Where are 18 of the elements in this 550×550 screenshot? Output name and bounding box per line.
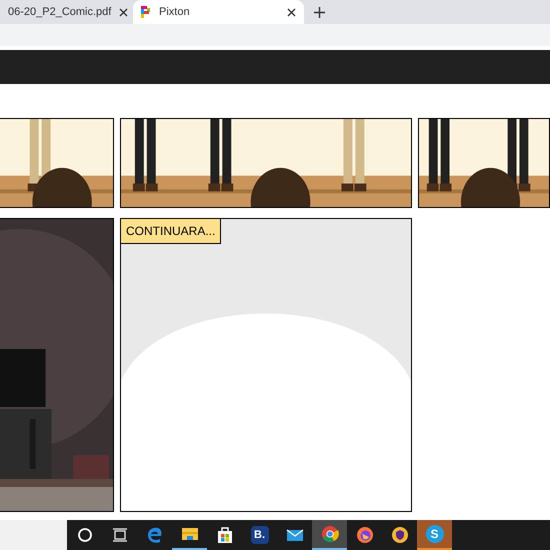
plus-icon[interactable] — [314, 7, 325, 18]
tab-title: Pixton — [159, 4, 191, 20]
skype-logo: S — [426, 525, 444, 543]
booking-tile: B. — [250, 526, 268, 544]
tab-title: 06-20_P2_Comic.pdf — [8, 4, 112, 20]
chrome-wheel-icon — [320, 525, 338, 543]
e-letter-icon — [146, 526, 164, 544]
shopping-bag-icon — [216, 526, 234, 544]
shield-icon — [390, 526, 408, 544]
fox-globe-icon — [356, 526, 374, 544]
close-icon[interactable] — [287, 8, 296, 16]
close-icon[interactable] — [119, 8, 128, 16]
browser-tab[interactable]: Pixton — [133, 0, 304, 24]
caption-box: CONTINUARA... — [121, 219, 222, 244]
taskbar-app[interactable]: B. — [242, 520, 277, 550]
folder-icon — [180, 525, 198, 543]
pixton-logo-icon — [141, 6, 151, 18]
circle-icon — [76, 526, 94, 544]
